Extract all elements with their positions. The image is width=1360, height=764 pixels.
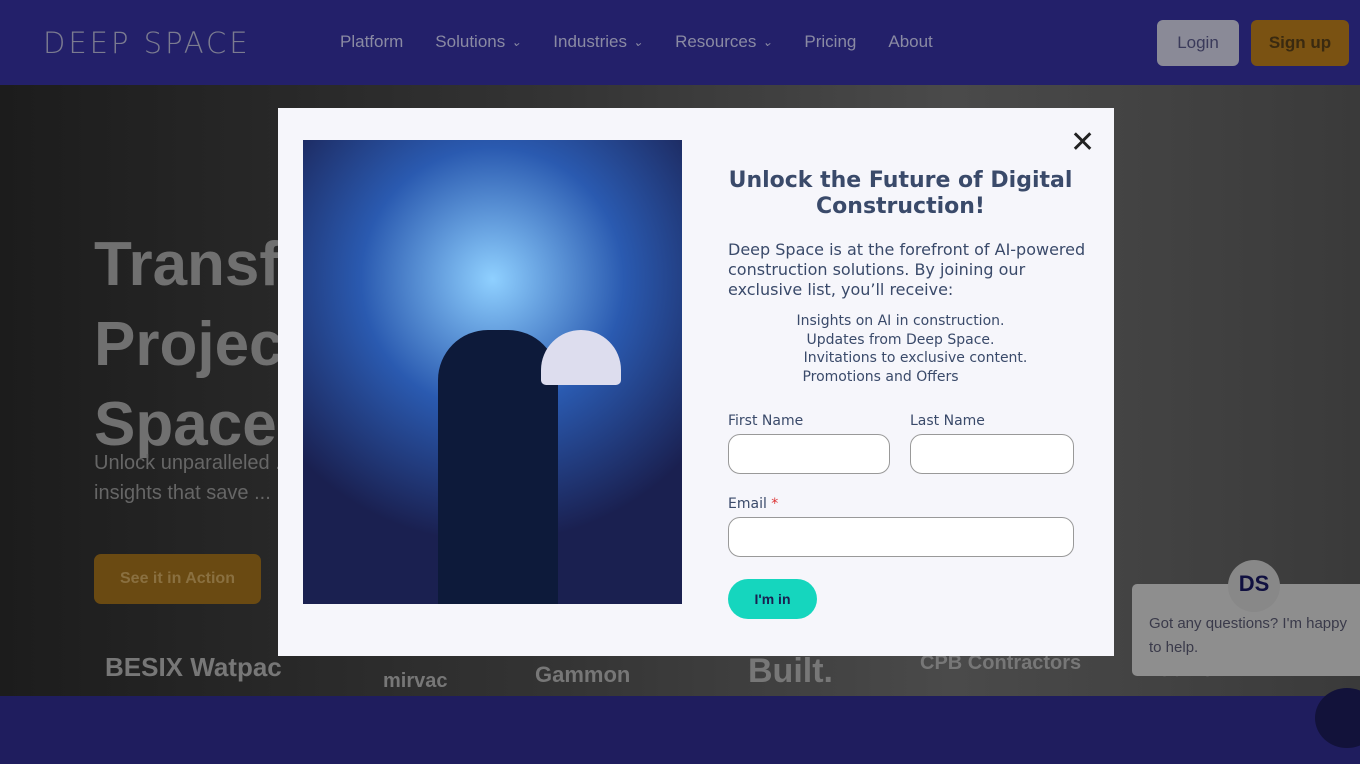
see-it-in-action-button[interactable]: See it in Action xyxy=(94,554,261,604)
chevron-down-icon: ⌄ xyxy=(511,35,522,49)
chevron-down-icon: ⌄ xyxy=(762,35,773,49)
nav-industries[interactable]: Industries ⌄ xyxy=(553,32,643,52)
construction-worker-image xyxy=(303,140,682,604)
benefits-list: Insights on AI in construction. Updates … xyxy=(728,312,1073,386)
modal-description: Deep Space is at the forefront of AI-pow… xyxy=(728,240,1086,299)
nav-about[interactable]: About xyxy=(888,32,932,52)
signup-modal: ✕ Unlock the Future of Digital Construct… xyxy=(278,108,1114,656)
chat-message: Got any questions? I'm happy to help. xyxy=(1149,615,1347,656)
chat-avatar: DS xyxy=(1228,560,1280,612)
logo-besix: BESIX Watpac xyxy=(105,652,282,682)
chevron-down-icon: ⌄ xyxy=(633,35,644,49)
close-icon[interactable]: ✕ xyxy=(1070,125,1095,160)
benefit-item: Promotions and Offers xyxy=(802,368,959,385)
nav-label: Resources xyxy=(675,32,757,51)
top-nav: DEEP SPACE Platform Solutions ⌄ Industrie… xyxy=(0,0,1360,85)
benefit-item: Invitations to exclusive content. xyxy=(803,350,1028,366)
login-button[interactable]: Login xyxy=(1157,20,1239,66)
nav-label: Pricing xyxy=(804,32,857,51)
benefit-item: Insights on AI in construction. xyxy=(796,313,1005,329)
footer-band xyxy=(0,696,1360,764)
first-name-label: First Name xyxy=(728,413,804,429)
required-mark: * xyxy=(771,496,779,512)
first-name-input[interactable] xyxy=(728,434,890,474)
nav-resources[interactable]: Resources ⌄ xyxy=(675,32,772,52)
signup-button[interactable]: Sign up xyxy=(1251,20,1349,66)
email-input[interactable] xyxy=(728,517,1074,557)
logo-mirvac: mirvac xyxy=(383,670,448,692)
nav-label: About xyxy=(888,32,933,51)
nav-label: Industries xyxy=(553,32,627,51)
email-label: Email * xyxy=(728,496,778,512)
im-in-button[interactable]: I'm in xyxy=(728,579,817,619)
nav-label: Platform xyxy=(340,32,404,51)
logo[interactable]: DEEP SPACE xyxy=(43,26,251,60)
logo-gammon: Gammon xyxy=(535,662,631,687)
logo-built: Built. xyxy=(748,652,833,690)
last-name-input[interactable] xyxy=(910,434,1074,474)
nav-label: Solutions xyxy=(435,32,506,51)
nav-solutions[interactable]: Solutions ⌄ xyxy=(435,32,521,52)
nav-platform[interactable]: Platform xyxy=(340,32,403,52)
nav-pricing[interactable]: Pricing xyxy=(804,32,856,52)
last-name-label: Last Name xyxy=(910,413,985,429)
benefit-item: Updates from Deep Space. xyxy=(806,331,995,348)
email-label-text: Email xyxy=(728,496,767,512)
modal-title: Unlock the Future of Digital Constructio… xyxy=(728,168,1073,219)
